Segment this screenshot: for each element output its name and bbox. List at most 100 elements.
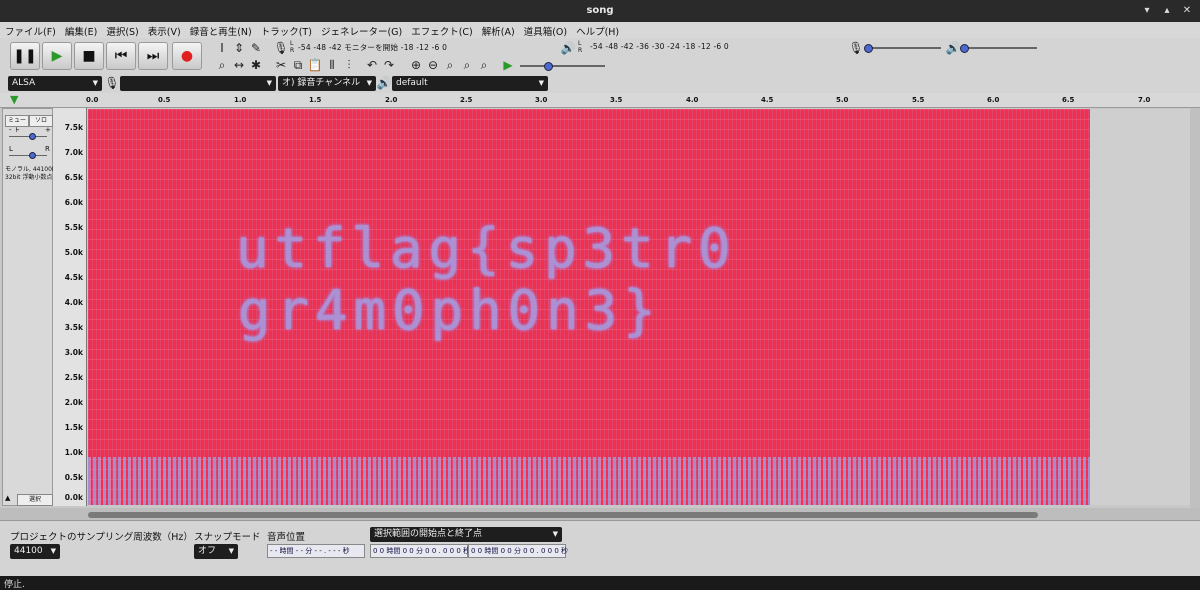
gain-knob[interactable]	[29, 133, 36, 140]
playback-volume-slider[interactable]	[962, 47, 1037, 49]
play-speed-knob[interactable]	[544, 62, 553, 71]
copy-icon[interactable]: ⧉	[290, 57, 306, 73]
microphone-icon[interactable]: 🎙	[273, 40, 289, 56]
project-rate-dropdown[interactable]: 44100 ▼	[10, 544, 60, 559]
track-info-bitdepth: 32bit 浮動小数点	[5, 174, 53, 181]
playback-device-speaker-icon: 🔊	[376, 76, 392, 90]
audio-position-label: 音声位置	[267, 532, 306, 543]
play-icon: ▶	[51, 48, 63, 64]
horizontal-scrollbar[interactable]	[88, 512, 1038, 518]
fit-selection-icon[interactable]: ⌕	[442, 57, 458, 73]
spectrogram-text-line1: utflag{sp3tr0	[236, 217, 737, 280]
freq-label: 4.5k	[64, 273, 83, 282]
audio-position-field[interactable]: - - 時間 - - 分 - - . - - - 秒	[267, 544, 365, 558]
selection-mode-dropdown[interactable]: 選択範囲の開始点と終了点 ▼	[370, 527, 562, 542]
minimize-icon[interactable]: ▾	[1142, 6, 1152, 16]
menu-effect[interactable]: エフェクト(C)	[406, 22, 477, 38]
menu-analyze[interactable]: 解析(A)	[477, 22, 519, 38]
gain-slider[interactable]	[9, 136, 47, 137]
fit-project-icon[interactable]: ⌕	[459, 57, 475, 73]
skip-start-icon: ⏮	[114, 48, 128, 64]
silence-icon[interactable]: ⫶	[341, 57, 357, 73]
zoom-in-icon[interactable]: ⊕	[408, 57, 424, 73]
timeshift-tool-icon[interactable]: ↔	[231, 57, 247, 73]
record-device-dropdown[interactable]: ▼	[120, 76, 276, 91]
vertical-scrollbar[interactable]	[1190, 108, 1200, 518]
menu-file[interactable]: ファイル(F)	[0, 22, 60, 38]
playback-device-dropdown[interactable]: default ▼	[392, 76, 548, 91]
cut-icon[interactable]: ✂	[273, 57, 289, 73]
menu-generate[interactable]: ジェネレーター(G)	[316, 22, 406, 38]
play-at-speed-icon[interactable]: ▶	[500, 57, 516, 73]
draw-tool-icon[interactable]: ✎	[248, 40, 264, 56]
snap-mode-dropdown[interactable]: オフ ▼	[194, 544, 238, 559]
chevron-down-icon: ▼	[538, 79, 544, 87]
freq-label: 7.5k	[64, 123, 83, 132]
close-icon[interactable]: ✕	[1182, 6, 1192, 16]
stop-button[interactable]: ■	[74, 42, 104, 70]
speaker-icon[interactable]: 🔊	[560, 40, 576, 56]
skip-end-button[interactable]: ⏭	[138, 42, 168, 70]
menu-transport[interactable]: 録音と再生(N)	[185, 22, 256, 38]
track-select-button[interactable]: 選択	[17, 494, 53, 506]
trim-icon[interactable]: ⫴	[324, 57, 340, 73]
pan-slider[interactable]	[9, 155, 47, 156]
record-volume-slider[interactable]	[866, 47, 941, 49]
menu-tracks[interactable]: トラック(T)	[256, 22, 316, 38]
playback-volume-knob[interactable]	[960, 44, 969, 53]
record-meter-scale[interactable]: -54 -48 -42 モニターを開始 -18 -12 -6 0	[298, 42, 447, 52]
ruler-tick: 3.0	[535, 96, 548, 104]
ruler-tick: 2.5	[460, 96, 473, 104]
zoom-out-icon[interactable]: ⊖	[425, 57, 441, 73]
paste-icon[interactable]: 📋	[307, 57, 323, 73]
maximize-icon[interactable]: ▴	[1162, 6, 1172, 16]
menu-bar: ファイル(F) 編集(E) 選択(S) 表示(V) 録音と再生(N) トラック(…	[0, 22, 1200, 39]
freq-label: 0.0k	[64, 493, 83, 502]
menu-tools[interactable]: 道具箱(O)	[519, 22, 571, 38]
ruler-tick: 0.5	[158, 96, 171, 104]
ruler-tick: 1.0	[234, 96, 247, 104]
selection-start-field[interactable]: 0 0 時間 0 0 分 0 0 . 0 0 0 秒	[370, 544, 470, 558]
freq-label: 6.5k	[64, 173, 83, 182]
timeline-ruler[interactable]: ▼ 0.0 0.5 1.0 1.5 2.0 2.5 3.0 3.5 4.0 4.…	[0, 93, 1200, 108]
play-speed-slider[interactable]	[520, 65, 605, 67]
selection-end-field[interactable]: 0 0 時間 0 0 分 0 0 . 0 0 0 秒	[468, 544, 568, 558]
chevron-down-icon: ▼	[366, 79, 372, 87]
snap-mode-label: スナップモード	[194, 532, 261, 543]
record-button[interactable]: ●	[172, 42, 202, 70]
menu-select[interactable]: 選択(S)	[101, 22, 142, 38]
ruler-tick: 5.0	[836, 96, 849, 104]
undo-icon[interactable]: ↶	[364, 57, 380, 73]
freq-label: 5.0k	[64, 248, 83, 257]
ruler-tick: 4.5	[761, 96, 774, 104]
zoom-tool-icon[interactable]: ⌕	[214, 57, 230, 73]
chevron-down-icon: ▼	[228, 547, 234, 555]
record-channels-dropdown[interactable]: オ) 録音チャンネル ▼	[278, 76, 376, 91]
pause-button[interactable]: ❚❚	[10, 42, 40, 70]
menu-view[interactable]: 表示(V)	[143, 22, 185, 38]
selection-mode-value: 選択範囲の開始点と終了点	[374, 529, 483, 539]
playhead-triangle-icon[interactable]: ▼	[10, 93, 18, 106]
play-button[interactable]: ▶	[42, 42, 72, 70]
gain-plus-label: +	[45, 126, 51, 134]
pan-left-label: L	[9, 145, 13, 153]
audio-host-dropdown[interactable]: ALSA ▼	[8, 76, 102, 91]
menu-help[interactable]: ヘルプ(H)	[571, 22, 623, 38]
spectrogram-view[interactable]: utflag{sp3tr0 gr4m0ph0n3}	[88, 109, 1090, 505]
freq-label: 6.0k	[64, 198, 83, 207]
window-title: song	[586, 5, 614, 16]
menu-edit[interactable]: 編集(E)	[60, 22, 101, 38]
pan-knob[interactable]	[29, 152, 36, 159]
collapse-icon[interactable]: ▲	[5, 494, 10, 502]
freq-label: 2.0k	[64, 398, 83, 407]
redo-icon[interactable]: ↷	[381, 57, 397, 73]
record-volume-knob[interactable]	[864, 44, 873, 53]
envelope-tool-icon[interactable]: ⇕	[231, 40, 247, 56]
project-rate-label: プロジェクトのサンプリング周波数（Hz）	[10, 532, 193, 543]
zoom-toggle-icon[interactable]: ⌕	[476, 57, 492, 73]
track-empty-area	[1090, 109, 1190, 505]
play-meter-scale[interactable]: -54 -48 -42 -36 -30 -24 -18 -12 -6 0	[590, 42, 729, 52]
selection-tool-icon[interactable]: I	[214, 40, 230, 56]
skip-start-button[interactable]: ⏮	[106, 42, 136, 70]
multi-tool-icon[interactable]: ✱	[248, 57, 264, 73]
